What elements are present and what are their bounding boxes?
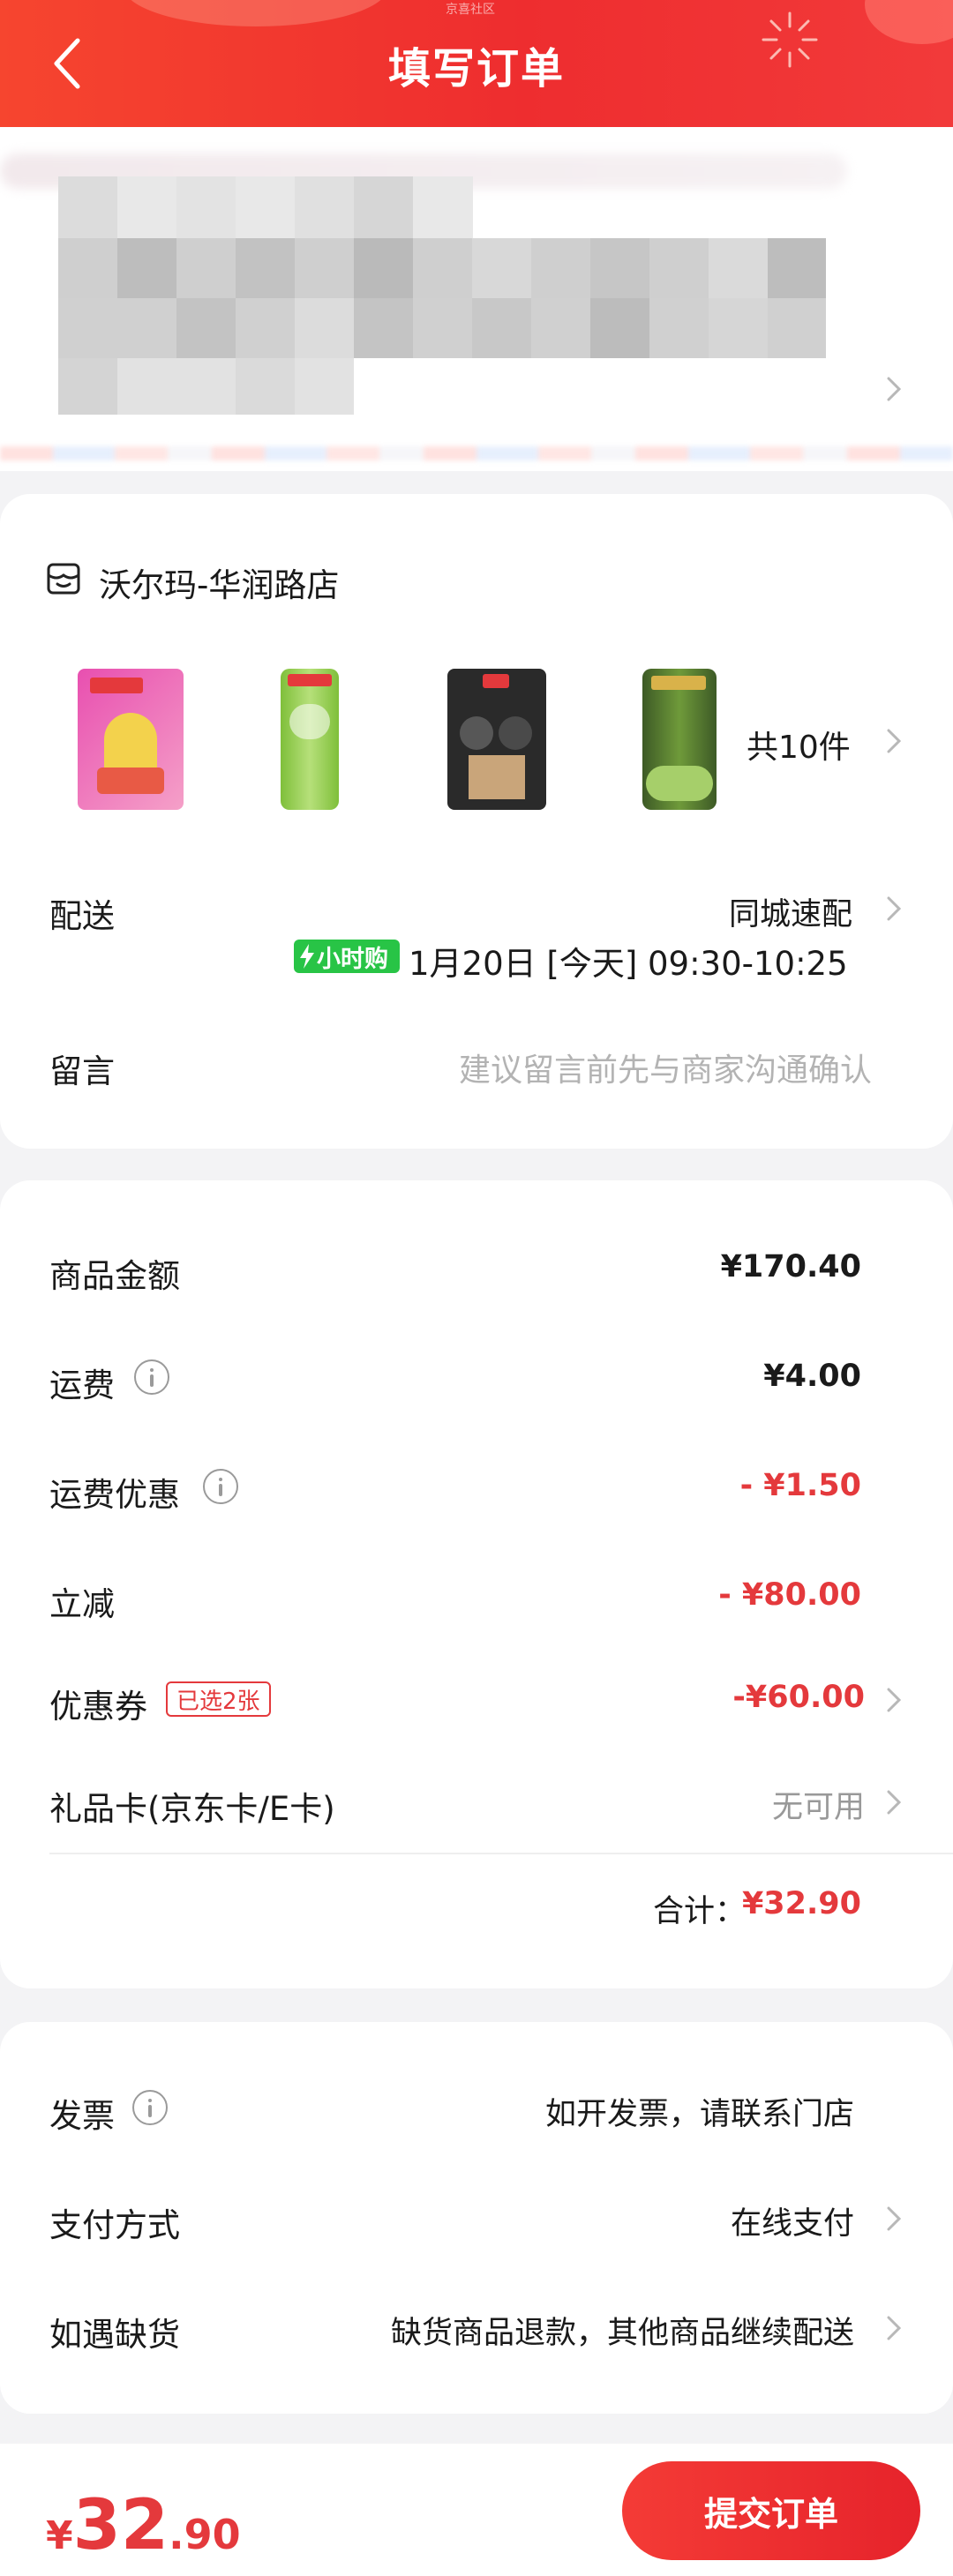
info-icon[interactable] bbox=[203, 1469, 238, 1504]
total-integer: 32 bbox=[72, 2486, 169, 2565]
product-thumbnail[interactable] bbox=[281, 669, 339, 810]
delivery-method[interactable]: 同城速配 bbox=[729, 889, 852, 934]
shipping-value: ¥4.00 bbox=[763, 1359, 861, 1394]
shipping-label: 运费 bbox=[49, 1367, 115, 1404]
submit-order-button[interactable]: 提交订单 bbox=[622, 2461, 920, 2560]
goods-amount-label: 商品金额 bbox=[49, 1257, 180, 1295]
divider bbox=[49, 1853, 953, 1854]
header-decoration bbox=[124, 0, 388, 26]
chevron-right-icon bbox=[887, 729, 902, 753]
payment-label: 支付方式 bbox=[49, 2206, 180, 2244]
chevron-right-icon bbox=[887, 1790, 902, 1815]
header-subtext: 京喜社区 bbox=[446, 3, 495, 17]
store-name: 沃尔玛-华润路店 bbox=[99, 566, 340, 604]
message-input[interactable]: 建议留言前先与商家沟通确认 bbox=[459, 1045, 872, 1090]
stockout-value[interactable]: 缺货商品退款，其他商品继续配送 bbox=[391, 2308, 854, 2353]
footer-total: ¥32.90 bbox=[46, 2486, 241, 2565]
lightning-icon bbox=[300, 944, 314, 969]
page-title: 填写订单 bbox=[387, 44, 565, 94]
hour-delivery-badge: 小时购 bbox=[294, 940, 400, 973]
product-thumbnail[interactable] bbox=[78, 669, 184, 810]
giftcard-label: 礼品卡(京东卡/E卡) bbox=[49, 1790, 335, 1828]
delivery-label: 配送 bbox=[49, 897, 115, 935]
product-thumbnail[interactable] bbox=[642, 669, 717, 810]
address-stripe bbox=[0, 446, 953, 461]
currency-symbol: ¥ bbox=[46, 2513, 73, 2558]
total-label: 合计： bbox=[653, 1894, 747, 1929]
invoice-value: 如开发票，请联系门店 bbox=[544, 2097, 854, 2132]
chevron-right-icon bbox=[887, 2206, 902, 2231]
header-bar: 京喜社区 填写订单 bbox=[0, 0, 953, 127]
shipping-discount-label: 运费优惠 bbox=[49, 1476, 180, 1514]
payment-value[interactable]: 在线支付 bbox=[731, 2198, 854, 2243]
message-label: 留言 bbox=[49, 1052, 115, 1090]
info-icon[interactable] bbox=[134, 1359, 169, 1395]
chevron-right-icon bbox=[887, 377, 902, 401]
chevron-right-icon bbox=[887, 2316, 902, 2340]
delivery-time[interactable]: 1月20日 [今天] 09:30-10:25 bbox=[409, 937, 848, 985]
info-icon[interactable] bbox=[132, 2090, 168, 2125]
product-thumbnail[interactable] bbox=[447, 669, 546, 810]
chevron-right-icon bbox=[887, 896, 902, 921]
stockout-label: 如遇缺货 bbox=[49, 2316, 180, 2354]
coupon-label: 优惠券 bbox=[49, 1688, 147, 1726]
shipping-discount-value: - ¥1.50 bbox=[739, 1468, 861, 1503]
coupon-value[interactable]: -¥60.00 bbox=[732, 1680, 865, 1715]
store-icon bbox=[47, 563, 80, 595]
address-mosaic bbox=[58, 176, 852, 415]
goods-amount-value: ¥170.40 bbox=[720, 1249, 861, 1284]
instant-off-value: - ¥80.00 bbox=[718, 1577, 861, 1613]
invoice-label: 发票 bbox=[49, 2097, 115, 2135]
giftcard-value[interactable]: 无可用 bbox=[772, 1782, 865, 1827]
address-section[interactable] bbox=[0, 127, 953, 471]
item-count[interactable]: 共10件 bbox=[747, 722, 851, 768]
coupon-selected-tag: 已选2张 bbox=[166, 1681, 271, 1717]
instant-off-label: 立减 bbox=[49, 1585, 115, 1623]
total-value: ¥32.90 bbox=[741, 1886, 861, 1921]
total-decimal: .90 bbox=[169, 2511, 241, 2558]
chevron-right-icon bbox=[887, 1688, 902, 1712]
